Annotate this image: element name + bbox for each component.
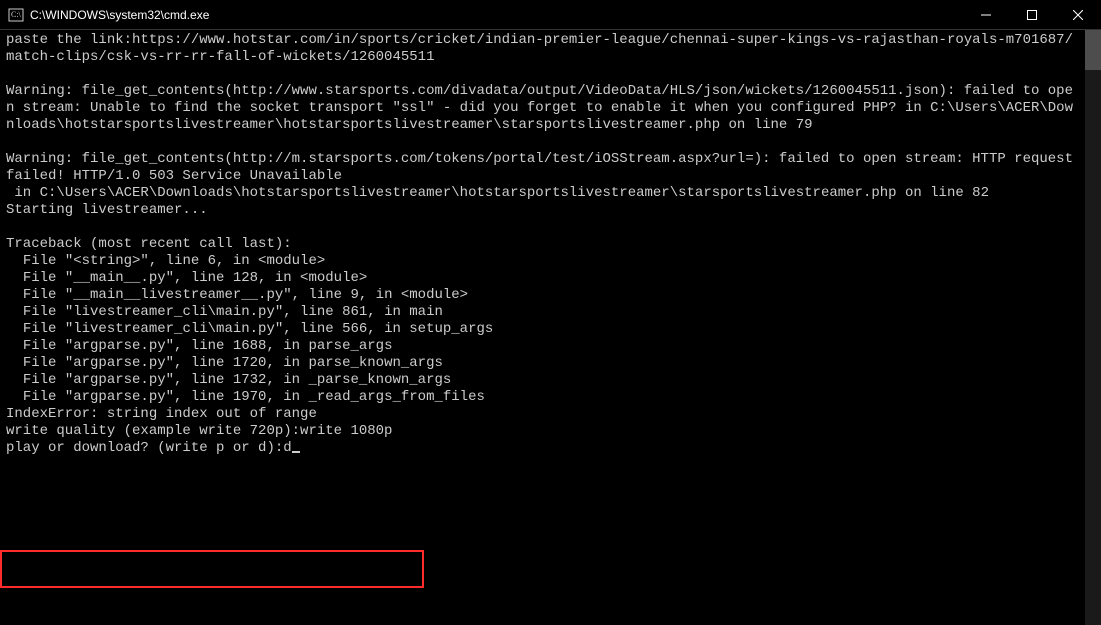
cmd-icon: C:\ [8,7,24,23]
minimize-button[interactable] [963,0,1009,30]
window-controls [963,0,1101,29]
svg-text:C:\: C:\ [11,10,22,19]
maximize-button[interactable] [1009,0,1055,30]
text-cursor [292,451,300,453]
window-titlebar[interactable]: C:\ C:\WINDOWS\system32\cmd.exe [0,0,1101,30]
scrollbar-track[interactable] [1085,30,1101,625]
scrollbar-thumb[interactable] [1085,30,1101,70]
close-button[interactable] [1055,0,1101,30]
window-title: C:\WINDOWS\system32\cmd.exe [30,8,963,22]
terminal-area: paste the link:https://www.hotstar.com/i… [0,30,1101,625]
terminal-prompt-line[interactable]: play or download? (write p or d):d [6,440,292,456]
terminal-output[interactable]: paste the link:https://www.hotstar.com/i… [0,30,1085,625]
